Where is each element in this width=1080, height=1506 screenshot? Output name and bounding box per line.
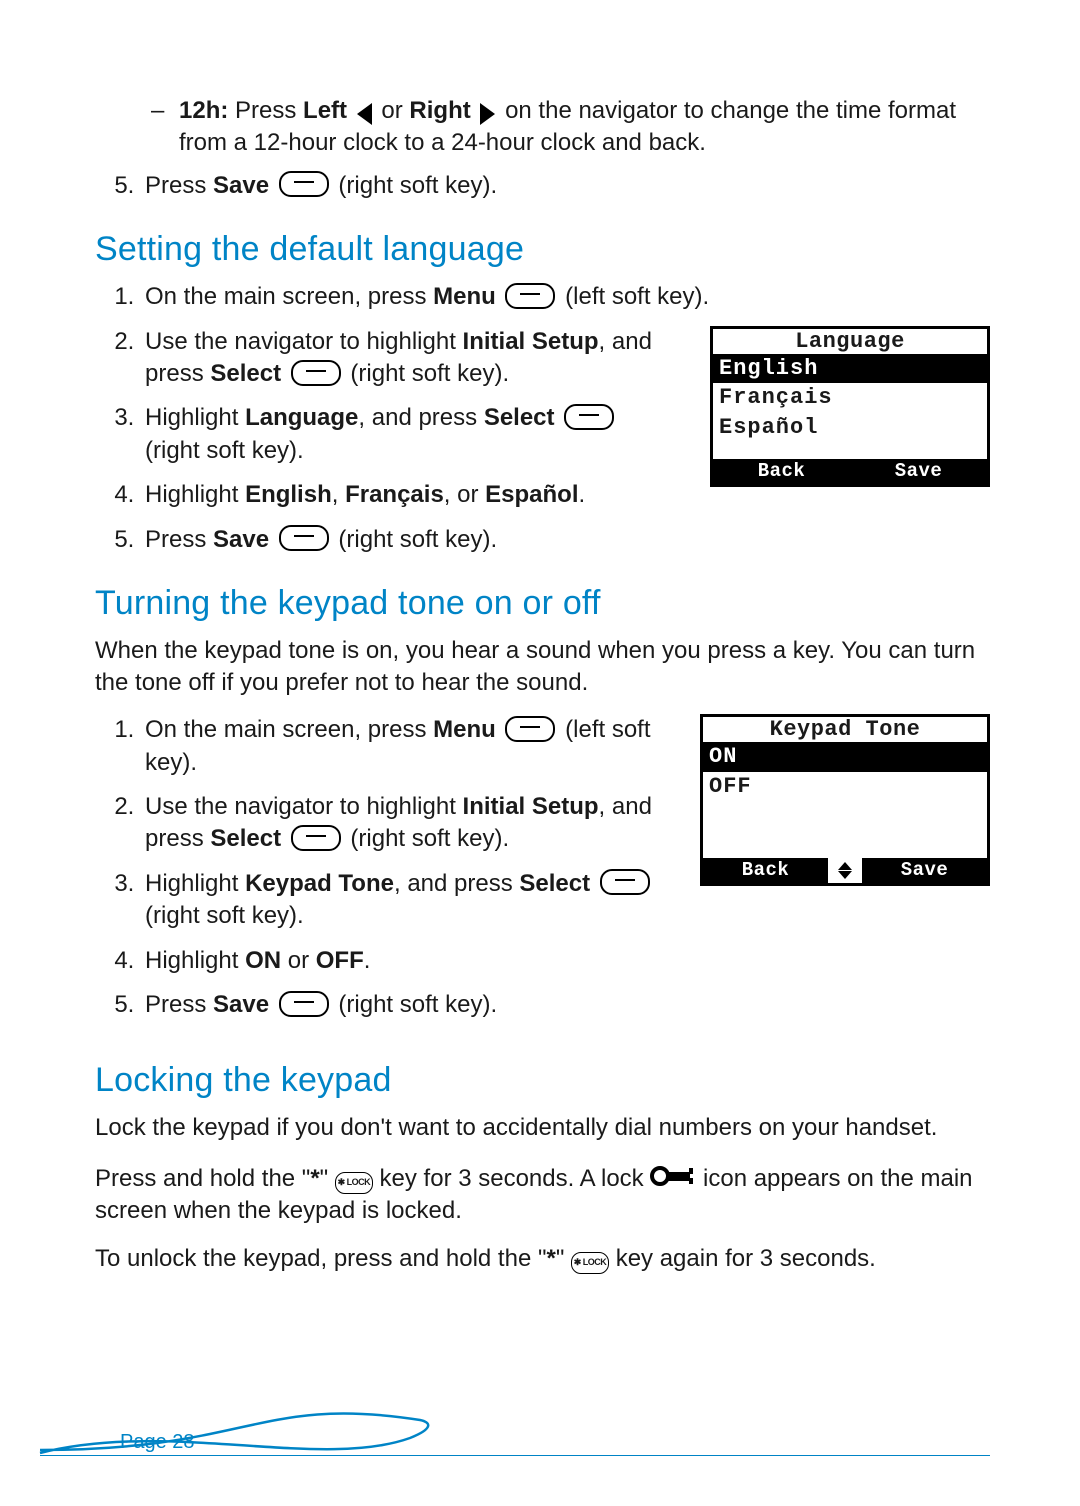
softkey-icon: [505, 283, 555, 309]
star-key-icon: [571, 1252, 609, 1274]
lang-step1: On the main screen, press Menu (left sof…: [141, 281, 990, 313]
lcd-nav-arrows-icon: [828, 858, 862, 883]
lcd-title: Language: [713, 329, 987, 354]
tone-step4: Highlight ON or OFF.: [141, 945, 656, 977]
heading-default-language: Setting the default language: [95, 230, 990, 269]
tone-steps: On the main screen, press Menu (left sof…: [95, 714, 656, 1021]
lock-p2: Press and hold the "*" key for 3 seconds…: [95, 1160, 990, 1227]
step-save: Press Save (right soft key).: [141, 170, 990, 202]
lcd-soft-left: Back: [703, 858, 828, 883]
lcd-item: Español: [713, 413, 987, 443]
sub-bullet-12h: 12h: Press Left or Right on the navigato…: [151, 95, 990, 160]
softkey-icon: [291, 825, 341, 851]
lcd-softkey-bar: Back Save: [703, 858, 987, 883]
lock-icon: [650, 1163, 696, 1189]
softkey-icon: [600, 869, 650, 895]
language-steps-2to4: Use the navigator to highlight Initial S…: [95, 326, 666, 512]
softkey-icon: [279, 171, 329, 197]
lcd-keypad-tone: Keypad Tone ON OFF Back Save: [700, 714, 990, 885]
softkey-icon: [505, 716, 555, 742]
softkey-icon: [279, 525, 329, 551]
tone-intro: When the keypad tone is on, you hear a s…: [95, 635, 990, 698]
page-number: Page 28: [120, 1431, 195, 1454]
softkey-icon: [291, 360, 341, 386]
lcd-item-selected: ON: [703, 742, 987, 772]
time-steps-continued: Press Save (right soft key).: [95, 170, 990, 202]
lang-step2: Use the navigator to highlight Initial S…: [141, 326, 666, 391]
tone-step3: Highlight Keypad Tone, and press Select …: [141, 868, 656, 933]
tone-step2: Use the navigator to highlight Initial S…: [141, 791, 656, 856]
lang-step3: Highlight Language, and press Select (ri…: [141, 402, 666, 467]
star-key-icon: [335, 1172, 373, 1194]
lang-step5: Press Save (right soft key).: [141, 524, 990, 556]
language-steps-5: Press Save (right soft key).: [95, 524, 990, 556]
softkey-icon: [279, 991, 329, 1017]
lcd-softkey-bar: Back Save: [713, 459, 987, 484]
time-format-sublist: 12h: Press Left or Right on the navigato…: [95, 95, 990, 160]
manual-page: 12h: Press Left or Right on the navigato…: [0, 0, 1080, 1506]
lcd-language: Language English Français Español Back S…: [710, 326, 990, 487]
lock-p1: Lock the keypad if you don't want to acc…: [95, 1112, 990, 1144]
heading-locking-keypad: Locking the keypad: [95, 1061, 990, 1100]
language-steps-1: On the main screen, press Menu (left sof…: [95, 281, 990, 313]
lcd-soft-left: Back: [713, 459, 850, 484]
heading-keypad-tone: Turning the keypad tone on or off: [95, 584, 990, 623]
label-12h: 12h:: [179, 97, 228, 124]
lcd-title: Keypad Tone: [703, 717, 987, 742]
nav-right-icon: [480, 103, 495, 125]
lcd-soft-right: Save: [850, 459, 987, 484]
lang-step4: Highlight English, Français, or Español.: [141, 479, 666, 511]
lock-p3: To unlock the keypad, press and hold the…: [95, 1243, 990, 1275]
lcd-item: Français: [713, 383, 987, 413]
tone-step5: Press Save (right soft key).: [141, 989, 656, 1021]
softkey-icon: [564, 404, 614, 430]
tone-step1: On the main screen, press Menu (left sof…: [141, 714, 656, 779]
lcd-item: OFF: [703, 772, 987, 802]
lcd-soft-right: Save: [862, 858, 987, 883]
nav-left-icon: [357, 103, 372, 125]
lcd-item-selected: English: [713, 354, 987, 384]
